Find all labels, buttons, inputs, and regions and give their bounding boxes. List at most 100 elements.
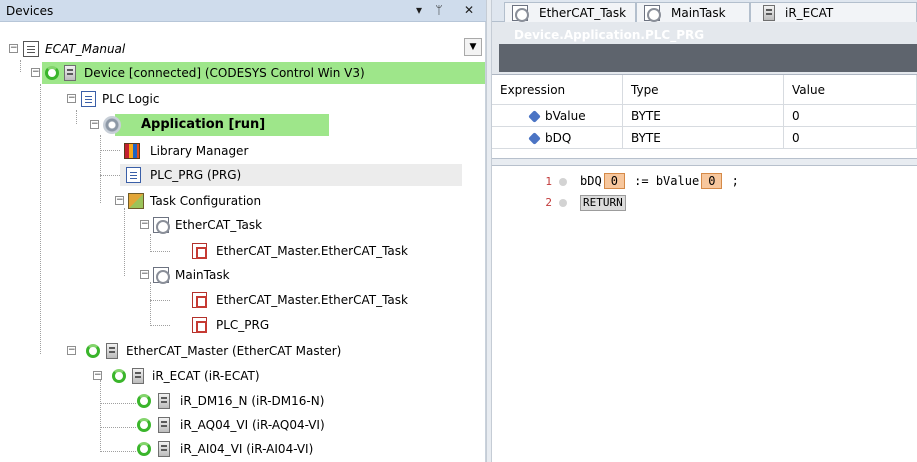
pou-title: Device.Application.PLC_PRG [514,28,705,42]
tree-item-program-call[interactable]: PLC_PRG [172,314,372,336]
tree-item-label: PLC_PRG (PRG) [150,168,242,182]
tree-item-ethercat-task[interactable]: − EtherCAT_Task [140,214,340,236]
tree-line [100,150,120,151]
tree-item-label: EtherCAT_Master.EtherCAT_Task [216,244,408,258]
code-line-2[interactable]: RETURN [580,193,626,211]
tree-line [150,251,170,252]
tree-line [76,110,77,124]
pane-options-dropdown-icon[interactable]: ▾ [412,3,426,17]
tree-item-project[interactable]: − ECAT_Manual [0,38,462,60]
tree-line [124,208,125,276]
column-header-value[interactable]: Value [784,75,917,105]
tree-item-ir-aq04-vi[interactable]: iR_AQ04_VI (iR-AQ04-VI) [134,414,394,436]
collapse-icon[interactable]: − [31,68,40,77]
tab-maintask[interactable]: MainTask [636,2,750,22]
tree-line [150,300,170,301]
tab-ir-ecat[interactable]: iR_ECAT [750,2,917,22]
task-icon [153,267,170,284]
devices-pane-title: Devices [6,4,54,18]
task-icon [153,217,170,234]
tree-line [150,282,151,326]
project-selector-dropdown-icon[interactable]: ▼ [464,38,482,56]
tree-item-label: iR_ECAT (iR-ECAT) [152,369,260,383]
pin-icon[interactable]: ᛘ [432,3,446,17]
table-row-expression[interactable]: bDQ [492,127,623,149]
column-header-expression[interactable]: Expression [492,75,623,105]
program-call-icon [192,243,207,259]
tree-item-ir-dm16-n[interactable]: iR_DM16_N (iR-DM16-N) [134,390,394,412]
tree-item-label: ECAT_Manual [45,42,126,56]
tree-line [150,234,151,252]
tree-line [20,60,21,72]
tree-item-label: MainTask [175,268,230,282]
online-status-icon [86,344,100,358]
tree-item-program-call[interactable]: EtherCAT_Master.EtherCAT_Task [172,289,462,311]
tree-item-label: PLC Logic [102,92,160,106]
tree-item-plc-prg[interactable]: PLC_PRG (PRG) [120,164,462,186]
tree-item-ir-ecat[interactable]: − iR_ECAT (iR-ECAT) [86,365,346,387]
device-icon [158,417,170,433]
device-icon [158,393,170,409]
collapse-icon[interactable]: − [67,94,76,103]
collapse-icon[interactable]: − [67,346,76,355]
table-cell-type: BYTE [623,127,784,149]
device-icon [132,368,144,384]
code-keyword: RETURN [580,195,626,211]
tree-line [100,451,136,452]
line-number: 2 [545,196,552,209]
line-number: 1 [545,175,552,188]
column-header-type[interactable]: Type [623,75,784,105]
tree-item-plc-logic[interactable]: − PLC Logic [60,88,360,110]
tree-item-label: EtherCAT_Master (EtherCAT Master) [126,344,342,358]
tree-line [100,427,136,428]
tree-item-maintask[interactable]: − MainTask [140,264,340,286]
tree-item-label: EtherCAT_Task [175,218,263,232]
tree-item-label: iR_AQ04_VI (iR-AQ04-VI) [180,418,325,432]
variable-icon [528,132,541,145]
device-icon [64,65,76,81]
inline-monitor-value[interactable]: 0 [701,173,723,189]
tree-item-library-manager[interactable]: Library Manager [120,140,320,162]
tree-item-application[interactable]: − Application [run] [90,114,329,136]
tree-item-ethercat-master[interactable]: − EtherCAT_Master (EtherCAT Master) [60,340,400,362]
plc-logic-icon [81,91,96,107]
tab-ethercat-task[interactable]: EtherCAT_Task [504,2,636,22]
editor-tab-strip: EtherCAT_Task MainTask iR_ECAT [492,0,917,22]
tree-item-label: EtherCAT_Master.EtherCAT_Task [216,293,408,307]
devices-pane: Devices ▾ ᛘ ✕ − ECAT_Manual ▼ − Device [… [0,0,486,462]
tree-item-device[interactable]: − Device [connected] (CODESYS Control Wi… [31,62,485,84]
variable-icon [528,110,541,123]
code-line-1[interactable]: bDQ 0 := bValue 0 ; [580,172,739,190]
collapse-icon[interactable]: − [140,220,149,229]
breakpoint-marker[interactable] [559,199,567,207]
collapse-icon[interactable]: − [90,120,99,129]
tree-item-program-call[interactable]: EtherCAT_Master.EtherCAT_Task [172,240,462,262]
tree-item-label: Device [connected] (CODESYS Control Win … [84,66,365,80]
code-terminator: ; [731,174,739,188]
tree-line [100,380,101,452]
code-operator: := bValue [634,174,700,188]
editor-splitter[interactable] [492,158,917,166]
online-status-icon [137,418,151,432]
close-icon[interactable]: ✕ [462,3,476,17]
collapse-icon[interactable]: − [140,270,149,279]
table-cell-value[interactable]: 0 [784,105,917,127]
tree-item-label: Library Manager [150,144,249,158]
collapse-icon[interactable]: − [93,371,102,380]
breakpoint-marker[interactable] [559,178,567,186]
collapse-icon[interactable]: − [115,196,124,205]
tree-line [100,175,120,176]
project-icon [23,41,39,57]
tree-item-ir-ai04-vi[interactable]: iR_AI04_VI (iR-AI04-VI) [134,438,394,460]
inline-monitor-value[interactable]: 0 [603,173,625,189]
code-editor[interactable]: 1 bDQ 0 := bValue 0 ; 2 RETURN [492,166,917,462]
table-row-expression[interactable]: bValue [492,105,623,127]
devices-pane-header: Devices ▾ ᛘ ✕ [0,0,486,22]
tree-item-task-configuration[interactable]: − Task Configuration [115,190,335,212]
collapse-icon[interactable]: − [9,44,18,53]
tree-item-label: Task Configuration [150,194,262,208]
tree-line [150,325,170,326]
table-cell-value[interactable]: 0 [784,127,917,149]
program-icon [126,167,141,183]
tree-item-label: iR_AI04_VI (iR-AI04-VI) [180,442,314,456]
